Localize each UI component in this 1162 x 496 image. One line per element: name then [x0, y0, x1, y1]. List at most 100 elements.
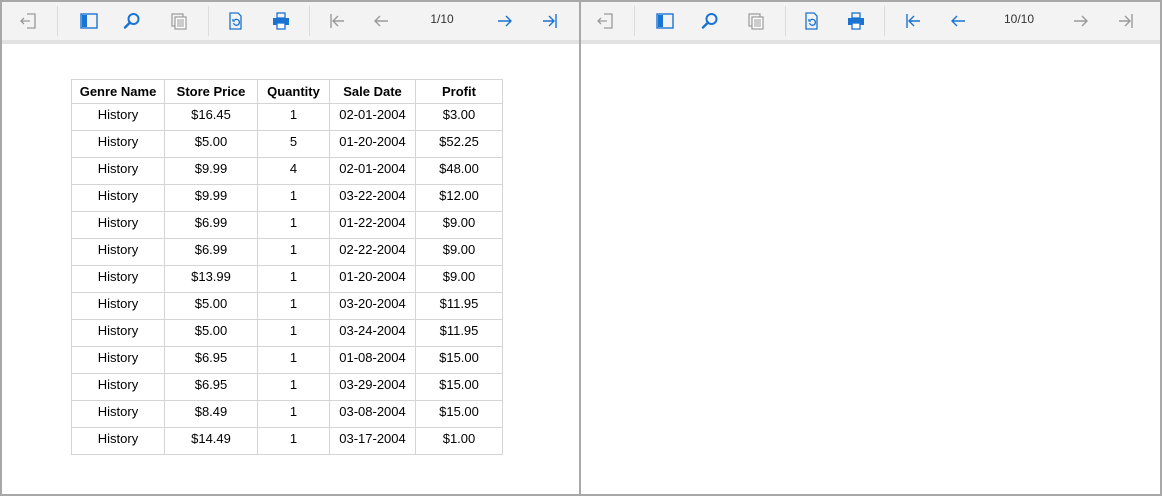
next-page-icon[interactable]	[493, 9, 517, 33]
table-header-row: Genre Name Store Price Quantity Sale Dat…	[71, 79, 503, 104]
cell-store-price: $5.00	[164, 292, 258, 320]
column-header-genre-name: Genre Name	[71, 79, 165, 104]
cell-store-price: $9.99	[164, 184, 258, 212]
cell-sale-date: 03-22-2004	[329, 184, 416, 212]
table-row: History $5.00 1 03-24-2004 $11.95	[71, 319, 503, 347]
first-page-icon[interactable]	[325, 9, 349, 33]
cell-quantity: 1	[257, 319, 330, 347]
report-viewer-left: 1/10 Genre Name Store Price Quantity Sal…	[0, 0, 581, 496]
cell-genre-name: History	[71, 319, 165, 347]
cell-quantity: 1	[257, 292, 330, 320]
first-page-icon[interactable]	[901, 9, 925, 33]
table-row: History $5.00 5 01-20-2004 $52.25	[71, 130, 503, 158]
toolbar-separator	[884, 6, 885, 36]
cell-store-price: $6.99	[164, 211, 258, 239]
refresh-icon[interactable]	[224, 9, 248, 33]
search-icon[interactable]	[698, 9, 722, 33]
cell-sale-date: 03-17-2004	[329, 427, 416, 455]
table-row: History $5.00 1 03-20-2004 $11.95	[71, 292, 503, 320]
cell-profit: $1.00	[415, 427, 503, 455]
cell-genre-name: History	[71, 346, 165, 374]
report-table: Genre Name Store Price Quantity Sale Dat…	[71, 79, 503, 455]
sidebar-icon[interactable]	[653, 9, 677, 33]
table-row: History $9.99 1 03-22-2004 $12.00	[71, 184, 503, 212]
cell-sale-date: 03-08-2004	[329, 400, 416, 428]
table-row: History $6.95 1 01-08-2004 $15.00	[71, 346, 503, 374]
cell-genre-name: History	[71, 211, 165, 239]
cell-store-price: $9.99	[164, 157, 258, 185]
last-page-icon[interactable]	[538, 9, 562, 33]
refresh-icon[interactable]	[800, 9, 824, 33]
cell-quantity: 1	[257, 265, 330, 293]
cell-profit: $15.00	[415, 400, 503, 428]
cell-quantity: 1	[257, 400, 330, 428]
toolbar-separator	[634, 6, 635, 36]
cell-genre-name: History	[71, 400, 165, 428]
search-icon[interactable]	[120, 9, 144, 33]
cell-store-price: $6.95	[164, 346, 258, 374]
cell-profit: $15.00	[415, 346, 503, 374]
cell-profit: $48.00	[415, 157, 503, 185]
cell-profit: $11.95	[415, 292, 503, 320]
cell-sale-date: 01-22-2004	[329, 211, 416, 239]
cell-store-price: $6.95	[164, 373, 258, 401]
cell-genre-name: History	[71, 292, 165, 320]
cell-store-price: $5.00	[164, 130, 258, 158]
table-row: History $8.49 1 03-08-2004 $15.00	[71, 400, 503, 428]
exit-icon[interactable]	[16, 9, 40, 33]
previous-page-icon[interactable]	[369, 9, 393, 33]
page-indicator: 1/10	[430, 12, 454, 26]
page-indicator: 10/10	[1003, 12, 1035, 26]
table-row: History $6.99 1 01-22-2004 $9.00	[71, 211, 503, 239]
cell-sale-date: 01-20-2004	[329, 130, 416, 158]
cell-genre-name: History	[71, 157, 165, 185]
next-page-icon[interactable]	[1069, 9, 1093, 33]
toolbar-separator	[208, 6, 209, 36]
table-row: History $13.99 1 01-20-2004 $9.00	[71, 265, 503, 293]
cell-sale-date: 02-01-2004	[329, 157, 416, 185]
toolbar-separator	[785, 6, 786, 36]
cell-sale-date: 01-20-2004	[329, 265, 416, 293]
cell-store-price: $6.99	[164, 238, 258, 266]
toolbar-separator	[309, 6, 310, 36]
cell-genre-name: History	[71, 238, 165, 266]
cell-store-price: $14.49	[164, 427, 258, 455]
cell-quantity: 1	[257, 427, 330, 455]
viewer-toolbar: 10/10	[581, 2, 1160, 44]
column-header-quantity: Quantity	[257, 79, 330, 104]
cell-store-price: $13.99	[164, 265, 258, 293]
print-icon[interactable]	[844, 9, 868, 33]
cell-profit: $15.00	[415, 373, 503, 401]
exit-icon[interactable]	[593, 9, 617, 33]
column-header-sale-date: Sale Date	[329, 79, 416, 104]
cell-quantity: 1	[257, 184, 330, 212]
table-row: History $6.99 1 02-22-2004 $9.00	[71, 238, 503, 266]
cell-store-price: $8.49	[164, 400, 258, 428]
report-viewer-right: 10/10	[581, 0, 1162, 496]
sidebar-icon[interactable]	[77, 9, 101, 33]
cell-genre-name: History	[71, 103, 165, 131]
cell-profit: $9.00	[415, 238, 503, 266]
last-page-icon[interactable]	[1114, 9, 1138, 33]
cell-quantity: 1	[257, 238, 330, 266]
pages-icon[interactable]	[744, 9, 768, 33]
cell-quantity: 4	[257, 157, 330, 185]
table-row: History $9.99 4 02-01-2004 $48.00	[71, 157, 503, 185]
cell-genre-name: History	[71, 427, 165, 455]
cell-quantity: 1	[257, 346, 330, 374]
cell-sale-date: 02-22-2004	[329, 238, 416, 266]
cell-profit: $9.00	[415, 265, 503, 293]
pages-icon[interactable]	[167, 9, 191, 33]
viewer-toolbar: 1/10	[2, 2, 579, 44]
cell-quantity: 1	[257, 373, 330, 401]
table-row: History $6.95 1 03-29-2004 $15.00	[71, 373, 503, 401]
column-header-store-price: Store Price	[164, 79, 258, 104]
previous-page-icon[interactable]	[946, 9, 970, 33]
cell-store-price: $5.00	[164, 319, 258, 347]
cell-profit: $52.25	[415, 130, 503, 158]
cell-quantity: 5	[257, 130, 330, 158]
table-row: History $16.45 1 02-01-2004 $3.00	[71, 103, 503, 131]
cell-sale-date: 03-20-2004	[329, 292, 416, 320]
cell-profit: $9.00	[415, 211, 503, 239]
print-icon[interactable]	[269, 9, 293, 33]
